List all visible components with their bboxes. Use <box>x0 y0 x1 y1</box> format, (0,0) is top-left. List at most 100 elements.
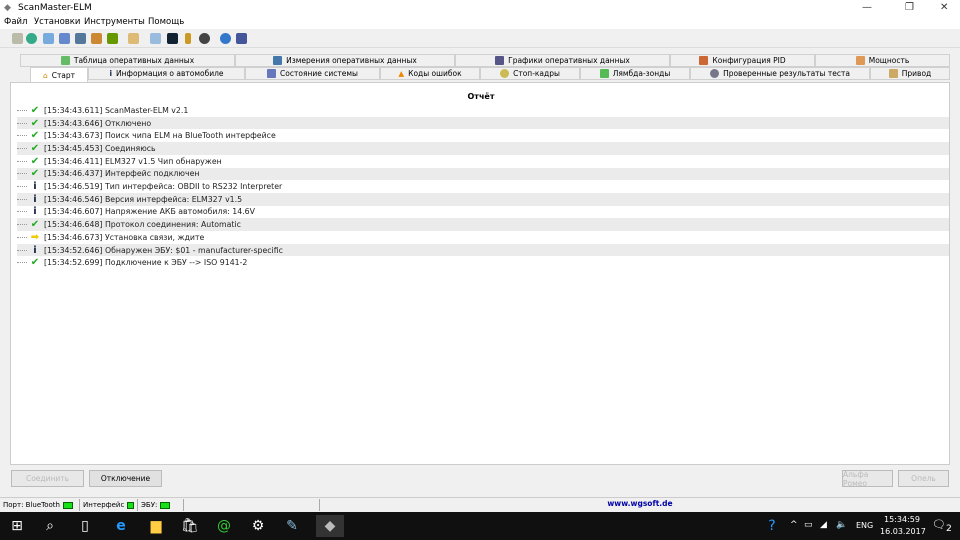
menu-bar: Файл Установки Инструменты Помощь <box>0 16 960 29</box>
status-icon <box>267 69 277 78</box>
log-entry: ✔ [15:34:46.411] ELM327 v1.5 Чип обнаруже… <box>17 155 949 168</box>
sensor-icon <box>599 69 609 78</box>
tab-pid-config[interactable]: Конфигурация PID <box>670 54 815 67</box>
tab-start[interactable]: ⌂ Старт <box>30 67 88 82</box>
pid-icon <box>699 56 709 65</box>
log-entry: ✔ [15:34:45.453] Соединяюсь <box>17 142 949 155</box>
tab-test-results[interactable]: Проверенные результаты теста <box>690 67 870 80</box>
battery-tray-icon[interactable]: ▭ <box>804 520 813 530</box>
power-icon[interactable] <box>107 33 118 44</box>
battery-icon[interactable] <box>185 33 191 44</box>
language-indicator[interactable]: ENG <box>856 521 873 530</box>
tree-line <box>17 109 27 111</box>
window-title: ScanMaster-ELM <box>18 3 92 13</box>
menu-tools[interactable]: Инструменты <box>84 17 145 27</box>
tab-drive[interactable]: Привод <box>870 67 950 80</box>
network-icon[interactable]: ◢ <box>820 520 827 530</box>
help-icon[interactable]: ? <box>762 518 782 534</box>
pid-icon[interactable] <box>91 33 102 44</box>
check-icon: ✔ <box>30 117 40 129</box>
terminal-icon[interactable] <box>167 33 178 44</box>
disconnect-button[interactable]: Отключение <box>89 470 162 487</box>
file-explorer-icon[interactable]: ▆ <box>146 518 166 534</box>
tree-line <box>17 236 27 238</box>
website-link[interactable]: www.wgsoft.de <box>320 499 960 508</box>
tab-o2-sensors[interactable]: Лямбда-зонды <box>580 67 690 80</box>
log-text: [15:34:43.646] Отключено <box>44 118 152 128</box>
alfa-romeo-button[interactable]: Альфа Ромео <box>842 470 893 488</box>
edge-icon[interactable]: e <box>111 518 131 534</box>
tab-system-status[interactable]: Состояние системы <box>245 67 380 80</box>
search-icon[interactable]: ⌕ <box>40 518 60 534</box>
report-title: Отчёт <box>467 92 495 101</box>
log-text: [15:34:46.437] Интерфейс подключен <box>44 169 200 179</box>
tab-error-codes[interactable]: ▲ Коды ошибок <box>380 67 480 80</box>
tab-live-graphs[interactable]: Графики оперативных данных <box>455 54 670 67</box>
log-text: [15:34:46.673] Установка связи, ждите <box>44 232 205 242</box>
status-bar: Порт: BlueTooth Интерфейс ЭБУ: www.wgsof… <box>0 497 960 511</box>
menu-file[interactable]: Файл <box>4 17 27 27</box>
app-at-icon[interactable]: @ <box>214 518 234 534</box>
document-icon[interactable] <box>43 33 54 44</box>
log-text: [15:34:46.546] Версия интерфейса: ELM327… <box>44 194 243 204</box>
info-icon: i <box>33 206 37 218</box>
log-text: [15:34:46.519] Тип интерфейса: OBDII to … <box>44 182 283 192</box>
windows-start-icon[interactable]: ⊞ <box>7 518 27 534</box>
globe-icon[interactable] <box>26 33 37 44</box>
menu-help[interactable]: Помощь <box>148 17 184 27</box>
log-entry: ✔ [15:34:43.646] Отключено <box>17 116 949 130</box>
gear-icon <box>710 69 720 78</box>
check-icon: ✔ <box>30 168 40 180</box>
volume-icon[interactable]: 🔈 <box>836 520 847 530</box>
close-button[interactable]: ✕ <box>940 2 948 13</box>
tray-chevron-icon[interactable]: ^ <box>790 520 798 530</box>
port-status: Порт: BlueTooth <box>0 499 80 511</box>
log-entry: ✔ [15:34:46.437] Интерфейс подключен <box>17 167 949 181</box>
connect-tool-icon[interactable] <box>12 33 23 44</box>
table-icon[interactable] <box>59 33 70 44</box>
tab-freeze-frames[interactable]: Стоп-кадры <box>480 67 580 80</box>
log-entry: i [15:34:46.607] Напряжение АКБ автомобил… <box>17 206 949 219</box>
menu-settings[interactable]: Установки <box>34 17 80 27</box>
paint-icon[interactable]: ✎ <box>282 518 302 534</box>
tab-live-measurements[interactable]: Измерения оперативных данных <box>235 54 455 67</box>
report-panel: Отчёт ✔ [15:34:43.611] ScanMaster-ELM v2.… <box>10 82 950 465</box>
grid-icon <box>273 56 283 65</box>
info-icon: i <box>109 69 113 78</box>
check-icon: ✔ <box>30 104 40 116</box>
log-entry: i [15:34:46.519] Тип интерфейса: OBDII to… <box>17 180 949 193</box>
scanmaster-taskbar-icon[interactable]: ◆ <box>316 515 344 537</box>
log-text: [15:34:52.699] Подключение к ЭБУ --> ISO… <box>44 258 248 268</box>
exit-icon[interactable] <box>236 33 247 44</box>
interface-status: Интерфейс <box>80 499 138 511</box>
tree-line <box>17 262 27 264</box>
clock-date[interactable]: 16.03.2017 <box>880 527 926 536</box>
check-icon: ✔ <box>30 142 40 154</box>
info-icon: i <box>33 193 37 205</box>
notifications-icon[interactable]: 🗨2 <box>932 518 952 534</box>
home-icon: ⌂ <box>42 70 48 80</box>
maximize-button[interactable]: ❐ <box>905 2 914 13</box>
tree-line <box>17 186 27 188</box>
monitor-icon[interactable] <box>150 33 161 44</box>
status-spacer <box>184 499 320 511</box>
opel-button[interactable]: Опель <box>898 470 949 487</box>
power-icon <box>855 56 865 65</box>
settings-gear-icon[interactable]: ⚙ <box>248 518 268 534</box>
taskbar: ⊞ ⌕ ▯ e ▆ 🛍 @ ⚙ ✎ ◆ ? ^ ▭ ◢ 🔈 ENG 15:34:… <box>0 512 960 540</box>
tab-live-data-table[interactable]: Таблица оперативных данных <box>20 54 235 67</box>
freeze-frame-icon <box>500 69 510 78</box>
store-icon[interactable]: 🛍 <box>180 518 200 534</box>
minimize-button[interactable]: — <box>862 2 872 13</box>
connect-button[interactable]: Соединить <box>11 470 84 487</box>
tab-power[interactable]: Мощность <box>815 54 950 67</box>
clipboard-icon[interactable] <box>128 33 139 44</box>
log-entry: ✔ [15:34:43.673] Поиск чипа ELM на BlueTo… <box>17 129 949 142</box>
clock-time[interactable]: 15:34:59 <box>884 515 920 524</box>
tab-vehicle-info[interactable]: i Информация о автомобиле <box>88 67 245 80</box>
check-icon: ✔ <box>30 257 40 269</box>
gauge-icon[interactable] <box>199 33 210 44</box>
chart-icon[interactable] <box>75 33 86 44</box>
info-icon[interactable] <box>220 33 231 44</box>
task-view-icon[interactable]: ▯ <box>75 518 95 534</box>
